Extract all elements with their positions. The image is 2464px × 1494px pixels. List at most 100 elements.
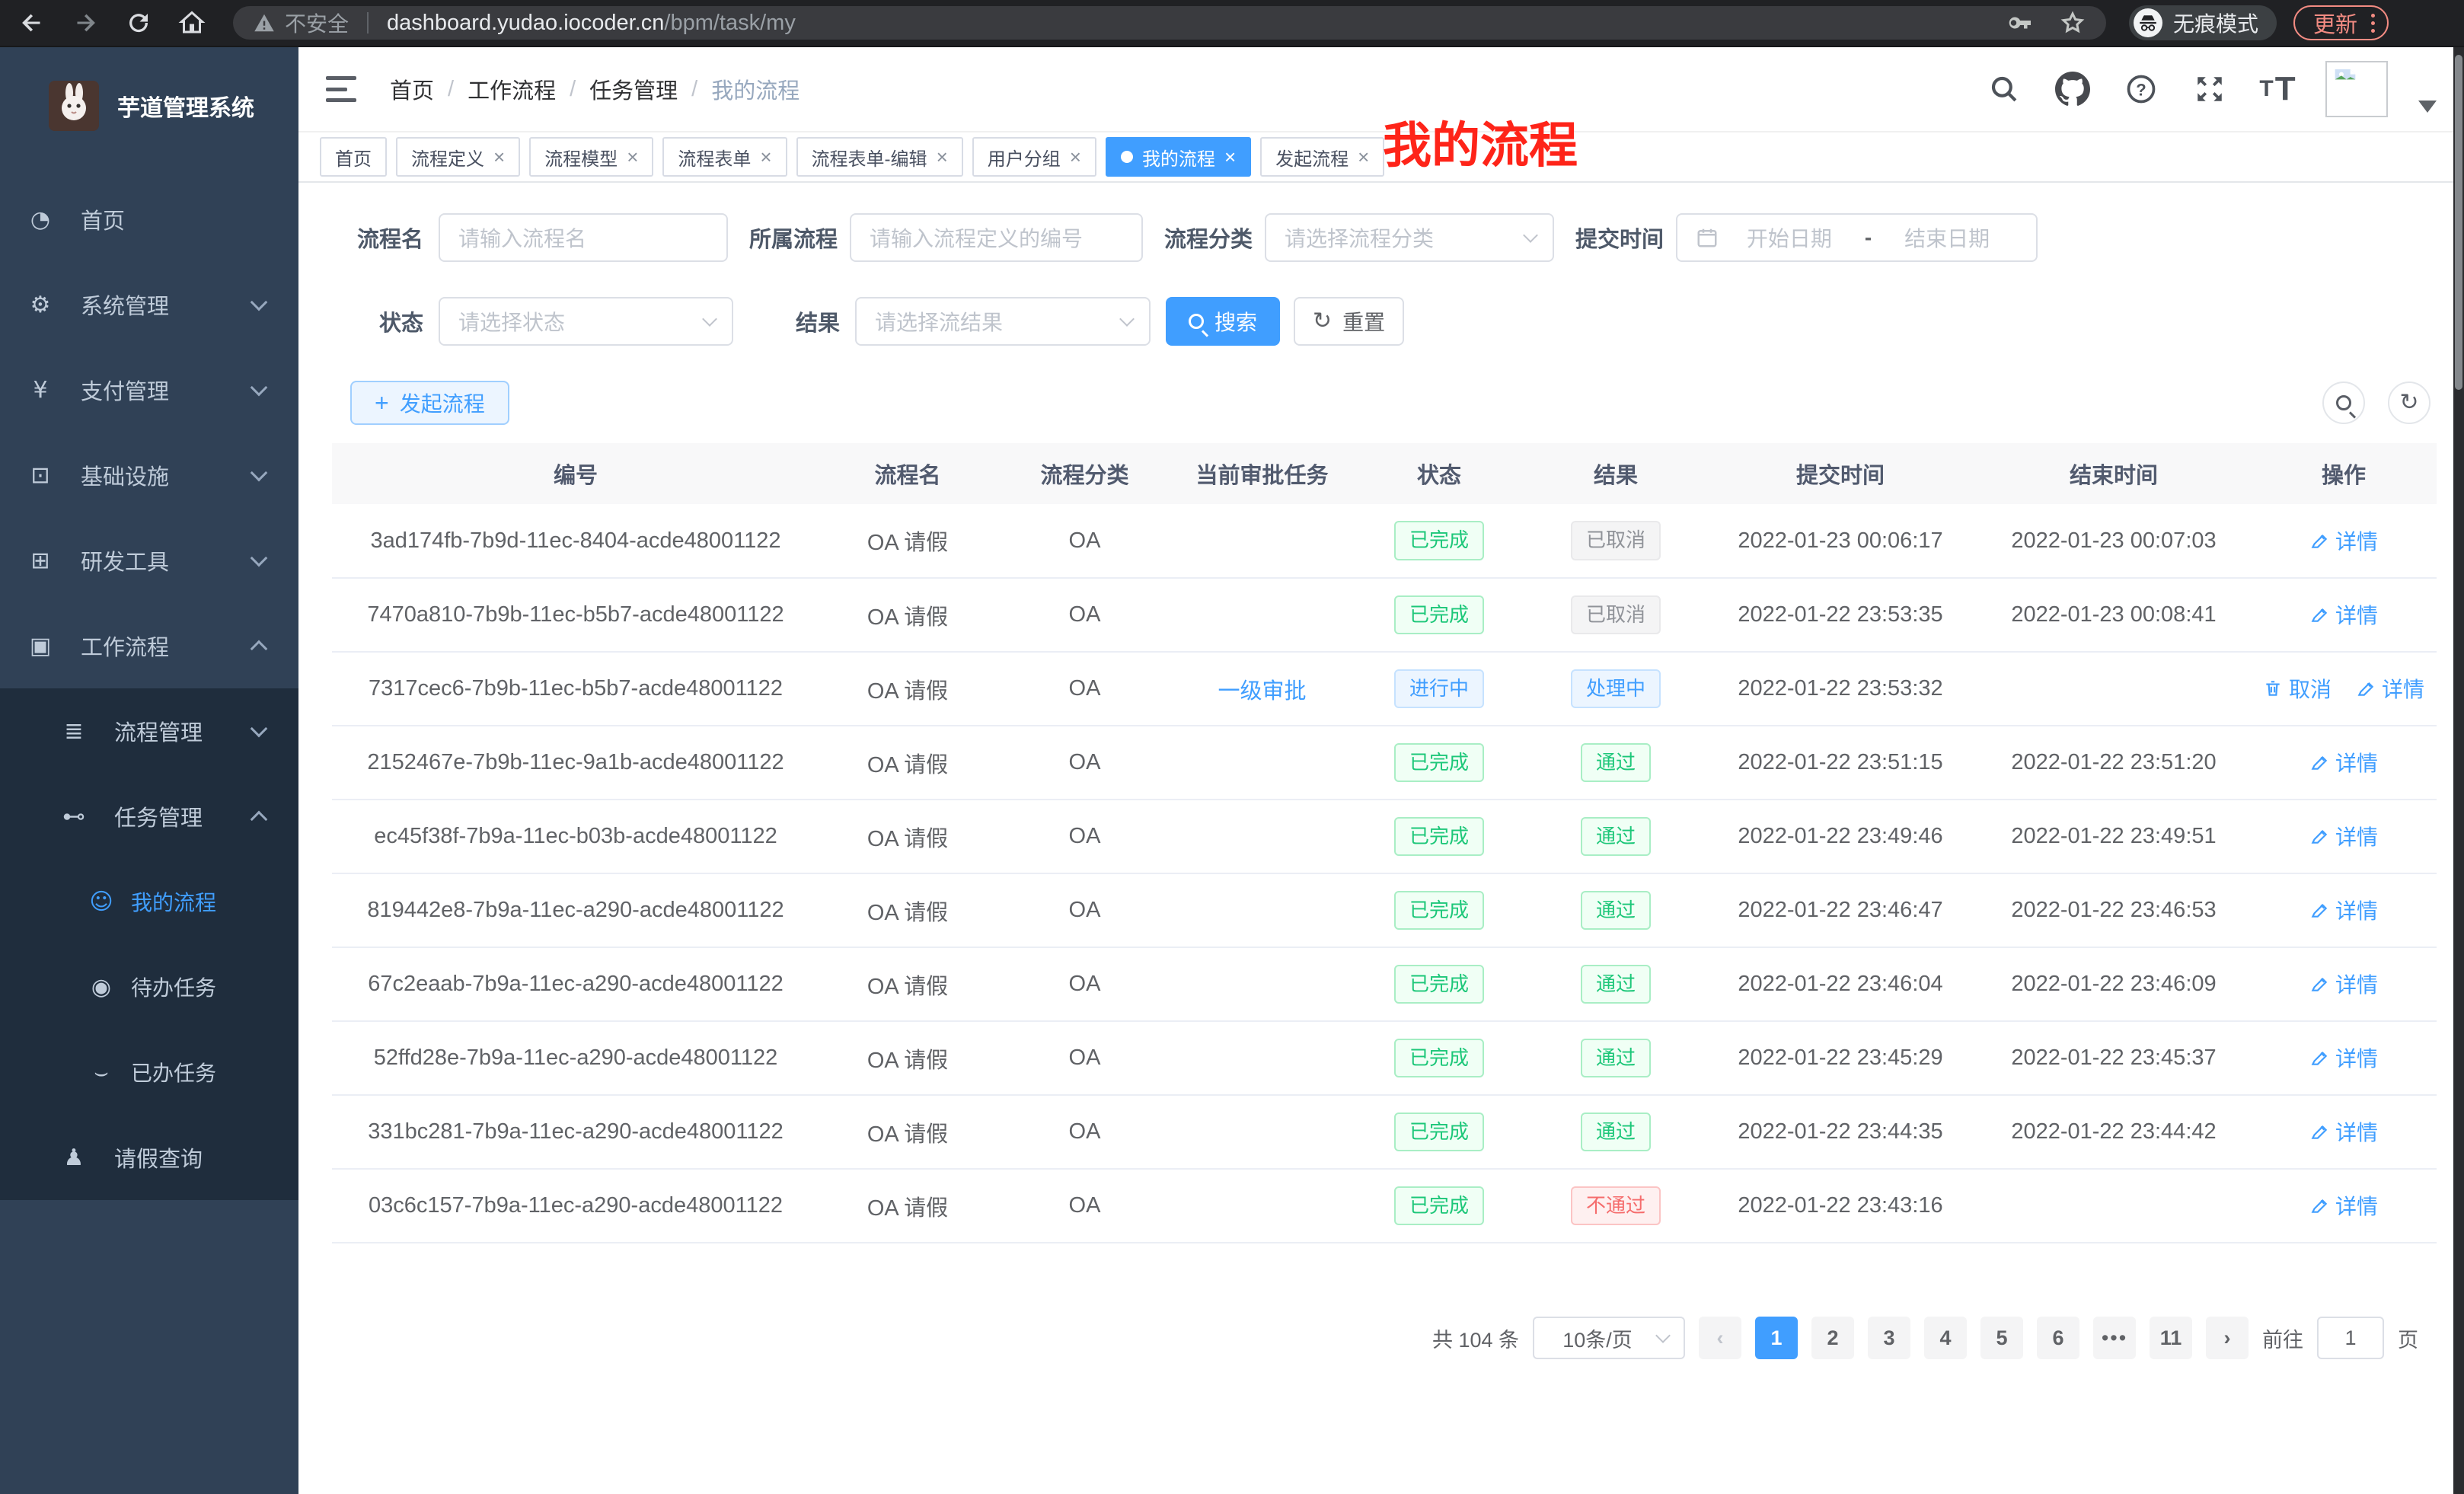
- browser-menu-icon[interactable]: [2371, 14, 2375, 33]
- avatar-caret-icon[interactable]: [2418, 101, 2437, 113]
- sidebar-item[interactable]: 研发工具: [0, 518, 298, 603]
- detail-action[interactable]: 详情: [2309, 821, 2378, 851]
- breadcrumb-item[interactable]: 任务管理 /: [589, 73, 711, 105]
- jump-page-input[interactable]: [2317, 1317, 2384, 1359]
- sidebar-item[interactable]: 流程管理: [0, 688, 298, 774]
- browser-update-button[interactable]: 更新: [2293, 5, 2389, 40]
- key-icon[interactable]: [2006, 9, 2033, 37]
- detail-action[interactable]: 详情: [2309, 969, 2378, 999]
- sidebar-item[interactable]: 请假查询: [0, 1115, 298, 1200]
- user-avatar[interactable]: [2325, 61, 2388, 117]
- font-size-icon[interactable]: TT: [2257, 68, 2300, 110]
- fullscreen-icon[interactable]: [2188, 68, 2231, 110]
- sidebar-item[interactable]: 我的流程: [0, 859, 298, 944]
- category-select[interactable]: 请选择流程分类: [1265, 213, 1554, 262]
- status-badge: 已完成: [1394, 817, 1484, 856]
- close-icon[interactable]: ×: [493, 147, 505, 167]
- process-id-cell: 7317cec6-7b9b-11ec-b5b7-acde48001122: [332, 652, 819, 726]
- sidebar-item[interactable]: 待办任务: [0, 944, 298, 1030]
- view-tab[interactable]: 用户分组 ×: [972, 137, 1096, 177]
- sidebar-item[interactable]: 首页: [0, 177, 298, 262]
- detail-action[interactable]: 详情: [2309, 1042, 2378, 1073]
- view-tab[interactable]: 流程表单 ×: [662, 137, 787, 177]
- address-bar[interactable]: 不安全 dashboard.yudao.iocoder.cn/bpm/task/…: [233, 6, 2106, 40]
- detail-action[interactable]: 详情: [2309, 747, 2378, 777]
- sidebar-item[interactable]: 支付管理: [0, 347, 298, 433]
- view-tab[interactable]: 我的流程 ×: [1106, 137, 1251, 177]
- current-task-cell: [1173, 504, 1351, 578]
- process-name-input[interactable]: 请输入流程名: [439, 213, 728, 262]
- detail-action[interactable]: 详情: [2309, 599, 2378, 630]
- reload-icon[interactable]: [117, 2, 160, 44]
- search-button[interactable]: 搜索: [1166, 297, 1280, 346]
- toggle-search-button[interactable]: [2322, 381, 2365, 424]
- sidebar-item[interactable]: 工作流程: [0, 603, 298, 688]
- view-tab[interactable]: 流程模型 ×: [529, 137, 653, 177]
- sidebar-menu: 首页 系统管理 支付管理 基础设施: [0, 177, 298, 1200]
- tab-label: 流程模型: [544, 144, 618, 171]
- task-link[interactable]: 一级审批: [1218, 679, 1306, 704]
- header: 首页 / 工作流程 / 任务管理 / 我的流程: [298, 47, 2464, 132]
- sidebar-item[interactable]: 已办任务: [0, 1030, 298, 1115]
- bookmark-star-icon[interactable]: [2059, 9, 2086, 37]
- page-button[interactable]: 11: [2150, 1317, 2192, 1359]
- sidebar-item[interactable]: 基础设施: [0, 433, 298, 518]
- breadcrumb-item[interactable]: 工作流程 /: [468, 73, 589, 105]
- detail-action[interactable]: 详情: [2309, 895, 2378, 925]
- detail-action[interactable]: 详情: [2309, 1190, 2378, 1221]
- filter-row-1: 流程名 请输入流程名 所属流程 请输入流程定义的编号 流程分类 请选择流程分类 …: [350, 213, 2464, 262]
- close-icon[interactable]: ×: [1358, 147, 1369, 167]
- search-icon: [1189, 314, 1204, 329]
- cancel-action[interactable]: 取消: [2263, 673, 2332, 704]
- reset-button[interactable]: ↻重置: [1294, 297, 1404, 346]
- close-icon[interactable]: ×: [760, 147, 771, 167]
- refresh-button[interactable]: ↻: [2388, 381, 2430, 424]
- page-button[interactable]: 6: [2037, 1317, 2079, 1359]
- page-button[interactable]: 5: [1980, 1317, 2023, 1359]
- column-header: 当前审批任务: [1173, 443, 1351, 504]
- column-header: 编号: [332, 443, 819, 504]
- search-icon[interactable]: [1983, 68, 2025, 110]
- page-button[interactable]: •••: [2093, 1317, 2136, 1359]
- security-warning[interactable]: 不安全: [253, 8, 349, 38]
- end-date-input[interactable]: 结束日期: [1876, 222, 2018, 253]
- breadcrumb-item[interactable]: 首页 /: [390, 73, 468, 105]
- page-scrollbar[interactable]: [2453, 47, 2464, 1494]
- status-select[interactable]: 请选择状态: [439, 297, 733, 346]
- close-icon[interactable]: ×: [627, 147, 638, 167]
- page-button[interactable]: 1: [1755, 1317, 1798, 1359]
- page-button[interactable]: 2: [1811, 1317, 1854, 1359]
- github-icon[interactable]: [2051, 68, 2094, 110]
- start-date-input[interactable]: 开始日期: [1719, 222, 1860, 253]
- process-name-cell: OA 请假: [819, 873, 996, 947]
- close-icon[interactable]: ×: [937, 147, 948, 167]
- page-button[interactable]: 4: [1924, 1317, 1967, 1359]
- next-page-button[interactable]: ›: [2206, 1317, 2249, 1359]
- sidebar-item[interactable]: 任务管理: [0, 774, 298, 859]
- forward-icon[interactable]: [64, 2, 107, 44]
- home-icon[interactable]: [171, 2, 213, 44]
- detail-action[interactable]: 详情: [2356, 673, 2424, 704]
- view-tab[interactable]: 首页: [320, 137, 387, 177]
- page-size-select[interactable]: 10条/页: [1533, 1317, 1685, 1359]
- process-def-input[interactable]: 请输入流程定义的编号: [850, 213, 1143, 262]
- collapse-menu-icon[interactable]: [326, 76, 356, 102]
- create-process-button[interactable]: +发起流程: [350, 381, 509, 425]
- app-logo[interactable]: 芋道管理系统: [0, 47, 298, 146]
- view-tab[interactable]: 流程表单-编辑 ×: [796, 137, 963, 177]
- back-icon[interactable]: [11, 2, 53, 44]
- breadcrumb-item[interactable]: 我的流程: [711, 73, 800, 105]
- prev-page-button[interactable]: ‹: [1699, 1317, 1741, 1359]
- close-icon[interactable]: ×: [1070, 147, 1081, 167]
- help-icon[interactable]: ?: [2120, 68, 2162, 110]
- close-icon[interactable]: ×: [1224, 147, 1236, 167]
- detail-action[interactable]: 详情: [2309, 525, 2378, 556]
- view-tab[interactable]: 发起流程 ×: [1260, 137, 1384, 177]
- detail-action[interactable]: 详情: [2309, 1116, 2378, 1147]
- scrollbar-thumb[interactable]: [2455, 55, 2462, 390]
- sidebar-item[interactable]: 系统管理: [0, 262, 298, 347]
- view-tab[interactable]: 流程定义 ×: [396, 137, 520, 177]
- date-range-picker[interactable]: 开始日期 - 结束日期: [1676, 213, 2038, 262]
- page-button[interactable]: 3: [1868, 1317, 1910, 1359]
- result-select[interactable]: 请选择流结果: [855, 297, 1151, 346]
